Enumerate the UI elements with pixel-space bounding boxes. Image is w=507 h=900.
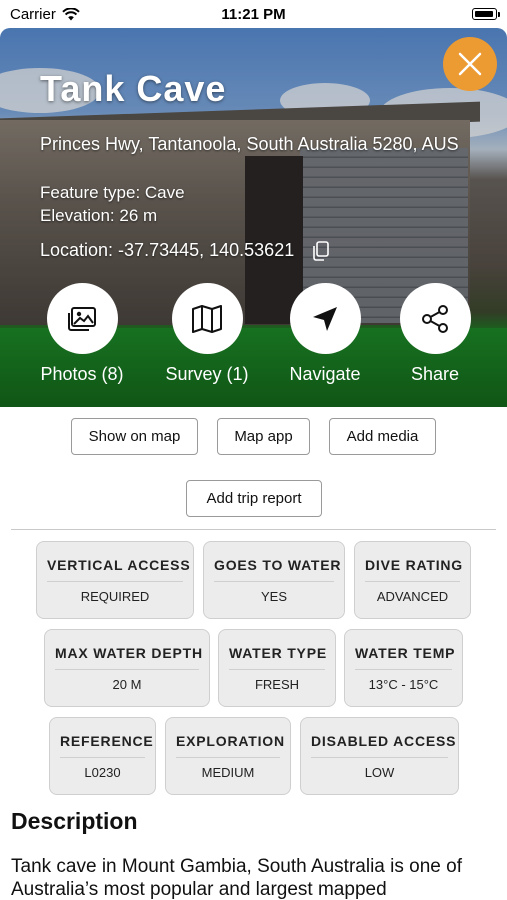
- attribute-card: MAX WATER DEPTH 20 M: [44, 629, 210, 707]
- attribute-value: YES: [260, 589, 287, 604]
- cave-details: Feature type: Cave Elevation: 26 m: [40, 181, 185, 227]
- attribute-card: EXPLORATION MEDIUM: [165, 717, 291, 795]
- carrier-label: Carrier: [10, 5, 56, 23]
- description-text: Tank cave in Mount Gambia, South Austral…: [11, 856, 462, 900]
- photos-action[interactable]: Photos (8): [27, 283, 137, 385]
- location-row: Location: -37.73445, 140.53621: [40, 240, 330, 261]
- map-app-button[interactable]: Map app: [217, 418, 310, 455]
- cave-title: Tank Cave: [40, 68, 227, 109]
- copy-icon[interactable]: [312, 240, 330, 261]
- attribute-card: DISABLED ACCESS LOW: [300, 717, 459, 795]
- close-icon: [458, 52, 482, 76]
- photos-label: Photos (8): [40, 364, 124, 384]
- status-bar: Carrier 11:21 PM: [0, 0, 507, 28]
- attribute-value: L0230: [84, 765, 121, 780]
- attribute-card: VERTICAL ACCESS REQUIRED: [36, 541, 194, 619]
- attribute-value: REQUIRED: [80, 589, 150, 604]
- navigate-action[interactable]: Navigate: [270, 283, 380, 385]
- attribute-key: VERTICAL ACCESS: [47, 557, 191, 573]
- feature-type: Feature type: Cave: [40, 183, 185, 202]
- attribute-key: MAX WATER DEPTH: [55, 645, 203, 661]
- attribute-key: WATER TEMP: [355, 645, 456, 661]
- share-action[interactable]: Share: [380, 283, 490, 385]
- attribute-key: DIVE RATING: [365, 557, 463, 573]
- attribute-value: LOW: [364, 765, 395, 780]
- attribute-card: GOES TO WATER YES: [203, 541, 345, 619]
- photos-icon: [68, 306, 96, 331]
- show-on-map-button[interactable]: Show on map: [71, 418, 198, 455]
- map-icon: [192, 304, 222, 333]
- attribute-value: 13°C - 15°C: [368, 677, 439, 692]
- share-icon: [422, 304, 448, 333]
- photos-button[interactable]: [46, 283, 118, 354]
- close-button[interactable]: [443, 37, 497, 91]
- navigate-button[interactable]: [289, 283, 361, 354]
- attribute-value: MEDIUM: [201, 765, 255, 780]
- wifi-icon: [62, 7, 80, 20]
- attribute-key: EXPLORATION: [176, 733, 285, 749]
- navigate-label: Navigate: [289, 364, 361, 384]
- attribute-key: GOES TO WATER: [214, 557, 342, 573]
- attribute-key: REFERENCE: [60, 733, 154, 749]
- add-trip-report-button[interactable]: Add trip report: [186, 480, 322, 517]
- survey-label: Survey (1): [165, 364, 249, 384]
- battery-icon: [472, 8, 500, 20]
- attribute-card: REFERENCE L0230: [49, 717, 156, 795]
- attribute-key: DISABLED ACCESS: [311, 733, 457, 749]
- cave-address: Princes Hwy, Tantanoola, South Australia…: [40, 134, 459, 154]
- navigate-icon: [313, 306, 337, 331]
- share-label: Share: [410, 364, 460, 384]
- attribute-value: 20 M: [112, 677, 142, 692]
- action-bar: Photos (8) Survey (1) Navigate Share: [0, 283, 507, 393]
- attribute-value: FRESH: [254, 677, 300, 692]
- attribute-card: WATER TYPE FRESH: [218, 629, 336, 707]
- share-button[interactable]: [399, 283, 471, 354]
- survey-action[interactable]: Survey (1): [152, 283, 262, 385]
- location-text: Location: -37.73445, 140.53621: [40, 240, 295, 260]
- divider: [11, 529, 496, 530]
- attribute-key: WATER TYPE: [229, 645, 327, 661]
- add-media-button[interactable]: Add media: [329, 418, 436, 455]
- status-left: Carrier: [10, 6, 80, 23]
- attribute-value: ADVANCED: [376, 589, 449, 604]
- attribute-card: DIVE RATING ADVANCED: [354, 541, 471, 619]
- attribute-card: WATER TEMP 13°C - 15°C: [344, 629, 463, 707]
- survey-button[interactable]: [171, 283, 243, 354]
- description-heading: Description: [11, 808, 138, 834]
- elevation: Elevation: 26 m: [40, 206, 158, 225]
